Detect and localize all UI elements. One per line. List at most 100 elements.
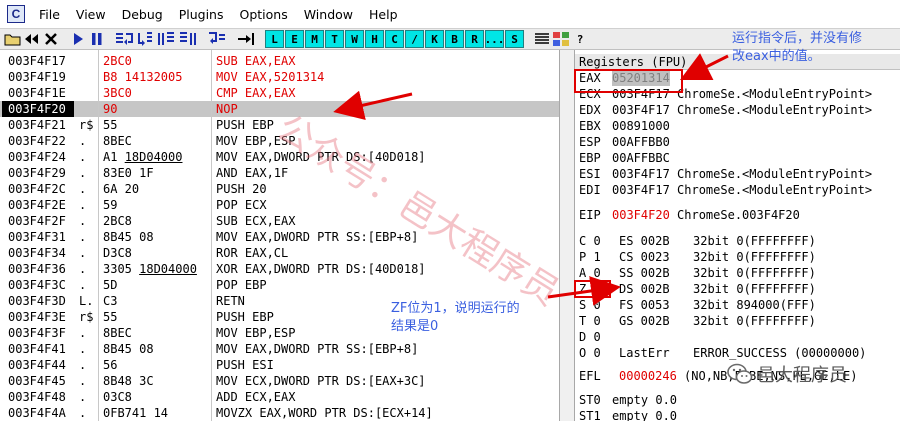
window-button[interactable]: C [385, 30, 404, 48]
disasm-address: 003F4F24 [8, 150, 66, 164]
window-button[interactable]: B [445, 30, 464, 48]
menu-plugins[interactable]: Plugins [171, 7, 232, 22]
flag-row[interactable]: P 1 CS 0023 32bit 0(FFFFFFFF) [579, 249, 816, 265]
list-icon[interactable] [533, 30, 551, 48]
goto-icon[interactable] [236, 30, 256, 48]
disasm-flow-marker: r$ [79, 118, 94, 132]
disasm-instruction: MOV ECX,DWORD PTR DS:[EAX+3C] [216, 374, 426, 388]
grid-icon[interactable] [552, 30, 570, 48]
disasm-flow-marker: . [79, 198, 87, 212]
disasm-row[interactable]: 003F4F4A. 0FB741 14 MOVZX EAX,WORD PTR DS:… [0, 405, 559, 421]
register-comment: ChromeSe.003F4F20 [677, 208, 800, 222]
window-button[interactable]: M [305, 30, 324, 48]
flag-row[interactable]: S 0 FS 0053 32bit 894000(FFF) [579, 297, 816, 313]
flag-row[interactable]: C 0 ES 002B 32bit 0(FFFFFFFF) [579, 233, 816, 249]
flag-value: A 0 [579, 266, 601, 280]
disasm-row[interactable]: 003F4F45. 8B48 3C MOV ECX,DWORD PTR DS:[EA… [0, 373, 559, 389]
disasm-flow-marker: . [79, 390, 87, 404]
menu-help[interactable]: Help [361, 7, 406, 22]
disasm-row-current[interactable]: 003F4F20 90 NOP [0, 101, 559, 117]
register-esp[interactable]: ESP 00AFFBB0 [579, 134, 677, 150]
app-icon: C [7, 5, 25, 23]
disasm-flow-marker: . [79, 246, 87, 260]
menu-file[interactable]: File [31, 7, 68, 22]
register-ebx[interactable]: EBX 00891000 [579, 118, 677, 134]
segment-info: 32bit 0(FFFFFFFF) [693, 282, 816, 296]
disasm-hex-bytes: 0FB741 14 [103, 406, 169, 420]
zf-note-line1: ZF位为1，说明运行的 [391, 301, 520, 316]
segment-info: 32bit 0(FFFFFFFF) [693, 234, 816, 248]
window-button[interactable]: ... [485, 30, 504, 48]
menu-options[interactable]: Options [231, 7, 295, 22]
window-button[interactable]: W [345, 30, 364, 48]
register-name: ESP [579, 135, 601, 149]
disasm-address: 003F4F21 [8, 118, 66, 132]
disasm-address: 003F4F31 [8, 230, 66, 244]
pause-icon[interactable] [88, 30, 106, 48]
register-edx[interactable]: EDX 003F4F17 ChromeSe.<ModuleEntryPoint> [579, 102, 872, 118]
step-into-icon[interactable] [115, 30, 135, 48]
flag-row[interactable]: T 0 GS 002B 32bit 0(FFFFFFFF) [579, 313, 816, 329]
close-icon[interactable] [42, 30, 60, 48]
disasm-flow-marker: . [79, 182, 87, 196]
step-over-icon[interactable] [136, 30, 156, 48]
trace-over-icon[interactable] [178, 30, 198, 48]
disasm-flow-marker: . [79, 230, 87, 244]
menu-window[interactable]: Window [296, 7, 361, 22]
window-button[interactable]: S [505, 30, 524, 48]
fpu-register[interactable]: ST1 empty 0.0 [579, 408, 677, 421]
disasm-row[interactable]: 003F4F2C. 6A 20 PUSH 20 [0, 181, 559, 197]
menu-view[interactable]: View [68, 7, 114, 22]
wechat-badge: 邑大程序员 [727, 361, 847, 387]
window-button[interactable]: H [365, 30, 384, 48]
disasm-flow-marker: . [79, 326, 87, 340]
wechat-icon [727, 363, 753, 384]
flag-row[interactable]: A 0 SS 002B 32bit 0(FFFFFFFF) [579, 265, 816, 281]
segment-register: FS 0053 [619, 298, 670, 312]
register-ebp[interactable]: EBP 00AFFBBC [579, 150, 677, 166]
flag-value: P 1 [579, 250, 601, 264]
fpu-register[interactable]: ST0 empty 0.0 [579, 392, 677, 408]
menu-debug[interactable]: Debug [114, 7, 171, 22]
window-button[interactable]: / [405, 30, 424, 48]
disasm-instruction: SUB EAX,EAX [216, 54, 296, 68]
disasm-address: 003F4F3F [8, 326, 66, 340]
flag-row[interactable]: O 0 LastErr ERROR_SUCCESS (00000000) [579, 345, 866, 361]
run-icon[interactable] [69, 30, 87, 48]
disasm-row[interactable]: 003F4F1E 3BC0 CMP EAX,EAX [0, 85, 559, 101]
register-value: 003F4F17 [612, 167, 670, 181]
pane-splitter[interactable] [559, 50, 575, 421]
window-button[interactable]: L [265, 30, 284, 48]
open-icon[interactable] [4, 30, 22, 48]
disasm-address: 003F4F17 [8, 54, 66, 68]
disasm-row[interactable]: 003F4F29. 83E0 1F AND EAX,1F [0, 165, 559, 181]
disasm-row[interactable]: 003F4F3C. 5D POP EBP [0, 277, 559, 293]
disasm-row[interactable]: 003F4F19 B8 14132005 MOV EAX,5201314 [0, 69, 559, 85]
flag-row[interactable]: D 0 [579, 329, 693, 345]
disasm-address: 003F4F19 [8, 70, 66, 84]
disasm-flow-marker: L. [79, 294, 94, 308]
help-icon[interactable]: ? [571, 30, 589, 48]
window-letter-buttons: L E M T W H C / K B R... S [264, 30, 524, 48]
window-button[interactable]: T [325, 30, 344, 48]
zf-note: ZF位为1，说明运行的 结果是0 [391, 300, 561, 336]
disasm-flow-marker: r$ [79, 310, 94, 324]
register-edi[interactable]: EDI 003F4F17 ChromeSe.<ModuleEntryPoint> [579, 182, 872, 198]
disasm-row[interactable]: 003F4F41. 8B45 08 MOV EAX,DWORD PTR SS:[EB… [0, 341, 559, 357]
disasm-row[interactable]: 003F4F17 2BC0 SUB EAX,EAX [0, 53, 559, 69]
rewind-icon[interactable] [23, 30, 41, 48]
register-name: ST0 [579, 393, 601, 407]
disasm-row[interactable]: 003F4F2E. 59 POP ECX [0, 197, 559, 213]
disasm-row[interactable]: 003F4F48. 03C8 ADD ECX,EAX [0, 389, 559, 405]
disasm-row[interactable]: 003F4F44. 56 PUSH ESI [0, 357, 559, 373]
disasm-hex-bytes: 2BC0 [103, 54, 132, 68]
window-button[interactable]: E [285, 30, 304, 48]
window-button[interactable]: R [465, 30, 484, 48]
register-esi[interactable]: ESI 003F4F17 ChromeSe.<ModuleEntryPoint> [579, 166, 872, 182]
flag-row[interactable]: Z 1 DS 002B 32bit 0(FFFFFFFF) [579, 281, 816, 297]
register-eip[interactable]: EIP 003F4F20 ChromeSe.003F4F20 [579, 207, 800, 223]
trace-into-icon[interactable] [157, 30, 177, 48]
window-button[interactable]: K [425, 30, 444, 48]
execute-till-return-icon[interactable] [207, 30, 227, 48]
segment-register: CS 0023 [619, 250, 670, 264]
